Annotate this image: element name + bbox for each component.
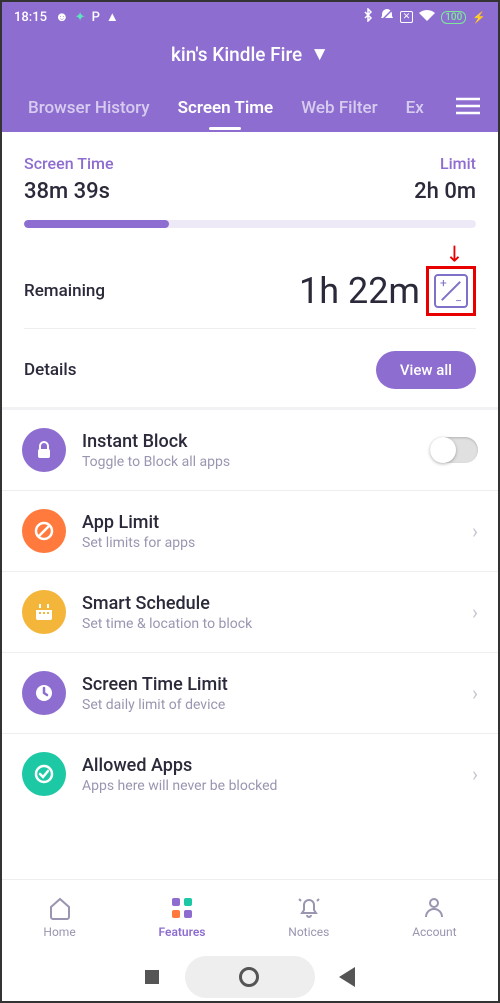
dropdown-icon: ▼	[310, 42, 329, 66]
nav-back-button[interactable]	[339, 967, 355, 987]
tab-account[interactable]: Account	[412, 895, 456, 939]
device-name: kin's Kindle Fire	[171, 43, 302, 66]
setting-subtitle: Set time & location to block	[82, 616, 472, 632]
tab-notices[interactable]: Notices	[288, 895, 329, 939]
setting-subtitle: Apps here will never be blocked	[82, 778, 472, 794]
status-icon-warning: ▲	[106, 9, 119, 25]
setting-app-limit[interactable]: App Limit Set limits for apps ›	[2, 491, 498, 572]
settings-list: Instant Block Toggle to Block all apps A…	[2, 410, 498, 814]
usage-progress	[24, 220, 476, 228]
toggle-knob	[430, 437, 456, 463]
main-content: Screen Time 38m 39s Limit 2h 0m Remainin…	[2, 132, 498, 814]
setting-title: Instant Block	[82, 431, 430, 452]
instant-block-toggle[interactable]	[430, 437, 478, 463]
person-icon	[421, 895, 447, 921]
annotation-arrow-icon: ↘	[438, 238, 469, 269]
tab-home[interactable]: Home	[43, 895, 75, 939]
setting-title: Screen Time Limit	[82, 674, 472, 695]
screen-time-label: Screen Time	[24, 154, 114, 173]
setting-title: App Limit	[82, 512, 472, 533]
tab-label: Features	[159, 925, 206, 939]
status-icon-app2: ✦	[75, 10, 86, 25]
battery-saver-icon: ✕	[400, 11, 414, 23]
top-tabs: Browser History Screen Time Web Filter E…	[2, 84, 498, 132]
calendar-icon	[22, 590, 66, 634]
clock-icon	[22, 671, 66, 715]
tab-extra[interactable]: Ex	[392, 98, 428, 118]
view-all-button[interactable]: View all	[376, 351, 476, 389]
plus-minus-icon	[434, 274, 468, 308]
setting-title: Allowed Apps	[82, 755, 472, 776]
setting-subtitle: Toggle to Block all apps	[82, 454, 430, 470]
wifi-icon	[419, 9, 435, 25]
app-header: kin's Kindle Fire ▼ Browser History Scre…	[2, 32, 498, 132]
setting-instant-block[interactable]: Instant Block Toggle to Block all apps	[2, 410, 498, 491]
battery-icon: 100	[441, 11, 466, 24]
nav-recent-button[interactable]	[145, 970, 159, 984]
setting-allowed-apps[interactable]: Allowed Apps Apps here will never be blo…	[2, 734, 498, 814]
status-icon-app3: P	[92, 10, 100, 25]
bell-icon	[296, 895, 322, 921]
details-label: Details	[24, 360, 76, 380]
limit-value: 2h 0m	[414, 179, 476, 204]
setting-subtitle: Set limits for apps	[82, 535, 472, 551]
no-icon	[22, 509, 66, 553]
charging-icon: ⚡	[472, 11, 486, 24]
bottom-tabbar: Home Features Notices Account	[2, 879, 498, 953]
bluetooth-icon	[362, 8, 374, 26]
status-icon-app1: ☻	[55, 9, 69, 25]
chevron-right-icon: ›	[472, 681, 478, 705]
features-icon	[170, 895, 194, 921]
setting-subtitle: Set daily limit of device	[82, 697, 472, 713]
tab-web-filter[interactable]: Web Filter	[287, 98, 391, 118]
dnd-icon	[380, 8, 394, 26]
tab-screen-time[interactable]: Screen Time	[164, 98, 288, 118]
android-navbar	[2, 953, 498, 1001]
screen-time-value: 38m 39s	[24, 179, 114, 204]
status-bar: 18:15 ☻ ✦ P ▲ ✕ 100 ⚡	[2, 2, 498, 32]
screen-time-card: Screen Time 38m 39s Limit 2h 0m Remainin…	[2, 132, 498, 410]
limit-label: Limit	[414, 154, 476, 173]
remaining-value: 1h 22m	[299, 270, 420, 312]
status-time: 18:15	[14, 10, 47, 25]
menu-button[interactable]	[450, 91, 486, 125]
remaining-label: Remaining	[24, 281, 105, 301]
device-selector[interactable]: kin's Kindle Fire ▼	[2, 42, 498, 84]
nav-home-button[interactable]	[239, 967, 259, 987]
tab-label: Home	[43, 925, 75, 939]
tab-label: Notices	[288, 925, 329, 939]
check-icon	[22, 752, 66, 796]
home-icon	[47, 895, 73, 921]
lock-icon	[22, 428, 66, 472]
tab-browser-history[interactable]: Browser History	[14, 98, 164, 118]
chevron-right-icon: ›	[472, 519, 478, 543]
chevron-right-icon: ›	[472, 600, 478, 624]
tab-label: Account	[412, 925, 456, 939]
setting-title: Smart Schedule	[82, 593, 472, 614]
usage-progress-fill	[24, 220, 169, 228]
tab-features[interactable]: Features	[159, 895, 206, 939]
adjust-time-button[interactable]: ↘	[426, 266, 476, 316]
chevron-right-icon: ›	[472, 762, 478, 786]
setting-screen-time-limit[interactable]: Screen Time Limit Set daily limit of dev…	[2, 653, 498, 734]
setting-smart-schedule[interactable]: Smart Schedule Set time & location to bl…	[2, 572, 498, 653]
